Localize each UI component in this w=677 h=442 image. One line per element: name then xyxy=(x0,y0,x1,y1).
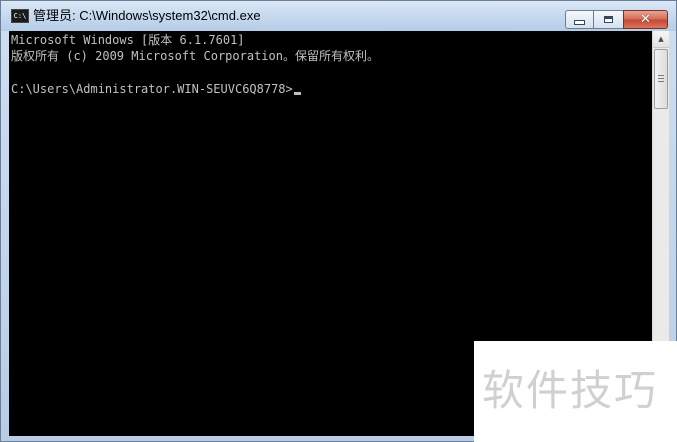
watermark-text: 软件技巧 xyxy=(482,366,659,415)
title-bar[interactable]: C:\ 管理员: C:\Windows\system32\cmd.exe ✕ xyxy=(1,1,676,31)
console-line-copyright: 版权所有 (c) 2009 Microsoft Corporation。保留所有… xyxy=(11,49,379,63)
scroll-up-arrow-icon[interactable]: ▲ xyxy=(653,31,669,48)
maximize-icon xyxy=(604,16,613,23)
command-prompt-icon[interactable]: C:\ xyxy=(11,9,29,23)
close-icon: ✕ xyxy=(640,12,651,27)
grip-line xyxy=(658,78,664,79)
grip-line xyxy=(658,81,664,82)
scrollbar-thumb[interactable] xyxy=(654,49,668,109)
watermark: 软件技巧 xyxy=(474,341,677,442)
console-line-version: Microsoft Windows [版本 6.1.7601] xyxy=(11,33,245,47)
command-prompt: C:\Users\Administrator.WIN-SEUVC6Q8778> xyxy=(11,82,293,96)
caption-buttons: ✕ xyxy=(565,10,668,29)
minimize-button[interactable] xyxy=(565,10,594,29)
console-prompt-line[interactable]: C:\Users\Administrator.WIN-SEUVC6Q8778> xyxy=(11,81,301,97)
close-button[interactable]: ✕ xyxy=(623,10,668,29)
text-cursor xyxy=(293,92,301,95)
minimize-icon xyxy=(574,20,585,25)
maximize-button[interactable] xyxy=(594,10,623,29)
window-title: 管理员: C:\Windows\system32\cmd.exe xyxy=(33,8,261,23)
grip-line xyxy=(658,75,664,76)
